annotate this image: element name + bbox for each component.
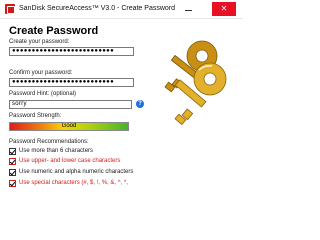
recommendations-heading: Password Recommendations: (9, 139, 89, 145)
recommendation-text: Use special characters (#, $, !, %, &, ^… (19, 180, 128, 186)
recommendation-text: Use more than 6 characters (19, 148, 94, 154)
password-strength-label: Password Strength: (9, 113, 62, 119)
keys-icon (164, 40, 227, 126)
checkbox (9, 169, 16, 176)
strength-text: Good (61, 123, 77, 129)
recommendation-text: Use numeric and alpha numeric characters (19, 169, 134, 175)
create-password-field[interactable]: ●●●●●●●●●●●●●●●●●●●●●●●●●● (9, 47, 134, 56)
window-title: SanDisk SecureAccess™ V3.0 - Create Pass… (19, 5, 176, 12)
password-hint-label: Password Hint: (optional) (9, 91, 77, 97)
confirm-password-field[interactable]: ●●●●●●●●●●●●●●●●●●●●●●●●●● (9, 78, 134, 87)
password-hint-field[interactable]: sorry (9, 100, 132, 109)
confirm-password-label: Confirm your password: (9, 70, 73, 76)
page-title: Create Password (9, 25, 99, 37)
minimize-button[interactable] (178, 2, 198, 16)
checkbox (9, 148, 16, 155)
sandisk-app-icon (5, 4, 15, 14)
create-password-label: Create your password: (9, 39, 70, 45)
password-strength-meter: Good (9, 122, 129, 131)
help-icon[interactable]: ? (136, 100, 144, 108)
recommendation-text: Use upper- and lower case characters (19, 158, 121, 164)
checkbox (9, 158, 16, 165)
checkbox (9, 180, 16, 187)
close-button[interactable]: ✕ (212, 2, 236, 16)
create-password-window: SanDisk SecureAccess™ V3.0 - Create Pass… (0, 0, 243, 208)
title-bar[interactable]: SanDisk SecureAccess™ V3.0 - Create Pass… (0, 0, 243, 19)
